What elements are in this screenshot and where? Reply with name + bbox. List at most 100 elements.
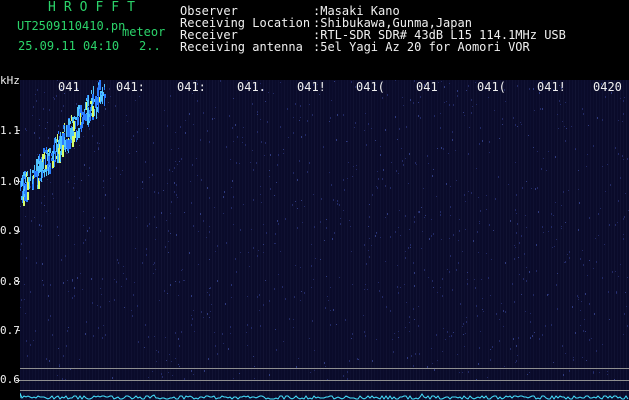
- texture-band: [125, 80, 126, 400]
- texture-band: [581, 80, 582, 400]
- texture-speckle: [118, 150, 119, 152]
- texture-band: [350, 80, 351, 400]
- texture-speckle: [133, 294, 134, 296]
- texture-speckle: [254, 366, 255, 367]
- texture-speckle: [114, 299, 115, 301]
- texture-speckle: [431, 219, 432, 220]
- texture-speckle: [543, 232, 544, 233]
- texture-band: [242, 80, 243, 400]
- texture-speckle: [52, 334, 53, 336]
- texture-speckle: [89, 128, 90, 130]
- texture-band: [281, 80, 282, 400]
- texture-speckle: [345, 319, 346, 321]
- meteor-streak: [103, 92, 104, 96]
- texture-speckle: [414, 285, 415, 287]
- texture-speckle: [432, 175, 433, 177]
- texture-speckle: [473, 240, 474, 242]
- texture-speckle: [609, 224, 610, 226]
- meteor-streak: [32, 170, 34, 173]
- texture-speckle: [20, 206, 21, 207]
- texture-speckle: [368, 226, 369, 227]
- texture-speckle: [74, 183, 75, 184]
- texture-band: [47, 80, 48, 400]
- meteor-streak: [62, 145, 64, 157]
- meteor-streak: [27, 192, 29, 200]
- texture-speckle: [139, 96, 140, 97]
- texture-speckle: [383, 169, 384, 171]
- texture-speckle: [356, 169, 357, 170]
- texture-speckle: [578, 170, 579, 171]
- texture-speckle: [299, 120, 300, 121]
- texture-speckle: [375, 140, 376, 141]
- texture-band: [230, 80, 231, 400]
- texture-band: [227, 80, 228, 400]
- counter-label: 2..: [139, 39, 161, 53]
- texture-speckle: [593, 372, 594, 374]
- texture-band: [209, 80, 210, 400]
- texture-speckle: [413, 262, 414, 264]
- texture-speckle: [568, 190, 569, 191]
- texture-speckle: [524, 253, 525, 255]
- meteor-streak: [38, 166, 39, 176]
- texture-speckle: [580, 258, 581, 260]
- texture-speckle: [463, 334, 464, 335]
- meteor-streak: [82, 122, 83, 128]
- texture-speckle: [557, 308, 558, 310]
- texture-band: [536, 80, 537, 400]
- texture-speckle: [624, 97, 625, 98]
- texture-speckle: [449, 83, 450, 84]
- texture-speckle: [411, 355, 412, 357]
- texture-speckle: [315, 258, 316, 259]
- texture-speckle: [104, 217, 105, 219]
- texture-speckle: [84, 164, 85, 166]
- texture-speckle: [564, 262, 565, 263]
- texture-band: [29, 80, 30, 400]
- texture-speckle: [385, 185, 386, 187]
- texture-speckle: [358, 359, 359, 360]
- texture-speckle: [236, 271, 237, 273]
- texture-speckle: [444, 86, 445, 88]
- meteor-streak: [48, 161, 49, 167]
- texture-band: [182, 80, 183, 400]
- texture-speckle: [382, 178, 383, 180]
- texture-speckle: [418, 115, 419, 117]
- texture-band: [407, 80, 408, 400]
- texture-speckle: [398, 173, 399, 174]
- texture-speckle: [201, 179, 202, 181]
- texture-speckle: [366, 144, 367, 146]
- texture-speckle: [209, 294, 210, 296]
- texture-band: [317, 80, 318, 400]
- texture-speckle: [505, 101, 506, 102]
- texture-speckle: [583, 264, 584, 266]
- texture-band: [251, 80, 252, 400]
- texture-speckle: [577, 295, 578, 297]
- texture-band: [35, 80, 36, 400]
- texture-speckle: [156, 350, 157, 351]
- texture-speckle: [285, 298, 286, 300]
- texture-speckle: [97, 81, 98, 82]
- texture-speckle: [433, 169, 434, 170]
- texture-speckle: [551, 226, 552, 228]
- texture-speckle: [512, 283, 513, 285]
- texture-band: [224, 80, 225, 400]
- texture-speckle: [131, 310, 132, 311]
- texture-band: [284, 80, 285, 400]
- texture-speckle: [565, 140, 566, 142]
- texture-speckle: [363, 315, 364, 316]
- texture-speckle: [116, 281, 117, 283]
- texture-speckle: [178, 148, 179, 149]
- texture-speckle: [184, 280, 185, 281]
- texture-speckle: [300, 117, 301, 118]
- texture-speckle: [462, 326, 463, 327]
- texture-speckle: [167, 125, 168, 127]
- texture-speckle: [502, 118, 503, 120]
- texture-speckle: [154, 336, 155, 337]
- texture-speckle: [152, 174, 153, 176]
- texture-speckle: [548, 231, 549, 232]
- texture-band: [50, 80, 51, 400]
- texture-speckle: [442, 295, 443, 297]
- texture-speckle: [79, 359, 80, 360]
- texture-band: [122, 80, 123, 400]
- texture-speckle: [526, 267, 527, 268]
- texture-speckle: [123, 266, 124, 267]
